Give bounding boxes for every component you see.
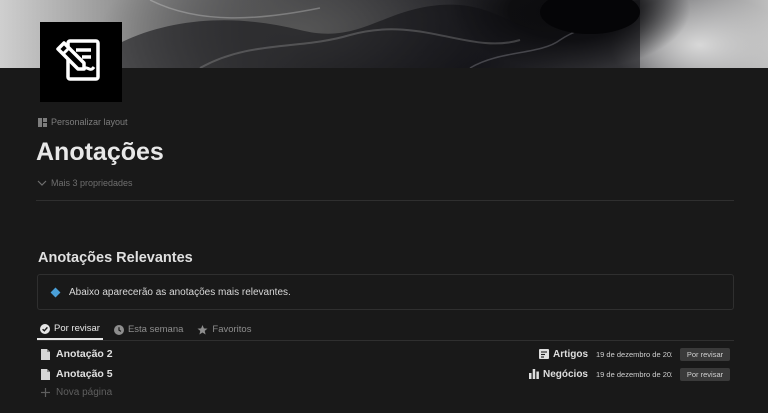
tab-esta-semana[interactable]: Esta semana — [111, 319, 186, 340]
chevron-down-icon — [37, 180, 47, 186]
tab-label: Favoritos — [212, 324, 252, 335]
layout-icon — [38, 117, 47, 127]
customize-layout-button[interactable]: Personalizar layout — [38, 117, 128, 127]
category-label: Negócios — [542, 368, 588, 380]
page-title[interactable]: Anotações — [36, 138, 164, 167]
category-label: Artigos — [553, 348, 588, 360]
tab-label: Esta semana — [127, 324, 184, 335]
row-title[interactable]: Anotação 5 — [37, 368, 113, 380]
star-icon — [197, 324, 208, 334]
tab-label: Por revisar — [54, 323, 100, 334]
note-pen-icon — [56, 39, 100, 81]
clock-icon — [113, 324, 124, 335]
new-page-label: Nova página — [56, 387, 113, 398]
more-properties-toggle[interactable]: Mais 3 propriedades — [37, 178, 133, 188]
status-badge[interactable]: Por revisar — [680, 367, 730, 381]
view-tabs: Por revisar Esta semana Favoritos — [37, 319, 254, 340]
callout-text: Abaixo aparecerão as anotações mais rele… — [69, 286, 291, 298]
page-icon — [41, 348, 50, 360]
row-name: Anotação 5 — [56, 368, 113, 380]
row-date: 19 de dezembro de 2024 — [596, 349, 672, 359]
section-title[interactable]: Anotações Relevantes — [38, 250, 193, 266]
business-chart-icon — [528, 369, 539, 379]
tab-por-revisar[interactable]: Por revisar — [37, 319, 103, 340]
row-title[interactable]: Anotação 2 — [37, 348, 113, 360]
blue-diamond-icon — [50, 287, 61, 297]
page-icon — [41, 368, 50, 380]
tab-favoritos[interactable]: Favoritos — [194, 319, 254, 340]
row-category[interactable]: Negócios — [528, 368, 588, 380]
article-icon — [539, 349, 549, 359]
list-item[interactable]: Anotação 5 Negócios 19 de dezembro de 20… — [37, 364, 734, 384]
tabs-divider — [37, 340, 734, 341]
row-name: Anotação 2 — [56, 348, 113, 360]
customize-layout-label: Personalizar layout — [51, 117, 128, 127]
status-badge[interactable]: Por revisar — [680, 347, 730, 361]
row-category[interactable]: Artigos — [539, 349, 588, 360]
page-icon[interactable] — [40, 22, 122, 102]
list-item[interactable]: Anotação 2 Artigos 19 de dezembro de 202… — [37, 344, 734, 364]
row-date: 19 de dezembro de 2024 — [596, 369, 672, 379]
divider — [36, 200, 734, 201]
plus-icon — [41, 388, 50, 397]
check-circle-icon — [40, 323, 50, 334]
more-properties-label: Mais 3 propriedades — [51, 178, 133, 188]
new-page-button[interactable]: Nova página — [41, 387, 112, 398]
callout[interactable]: Abaixo aparecerão as anotações mais rele… — [37, 274, 734, 310]
